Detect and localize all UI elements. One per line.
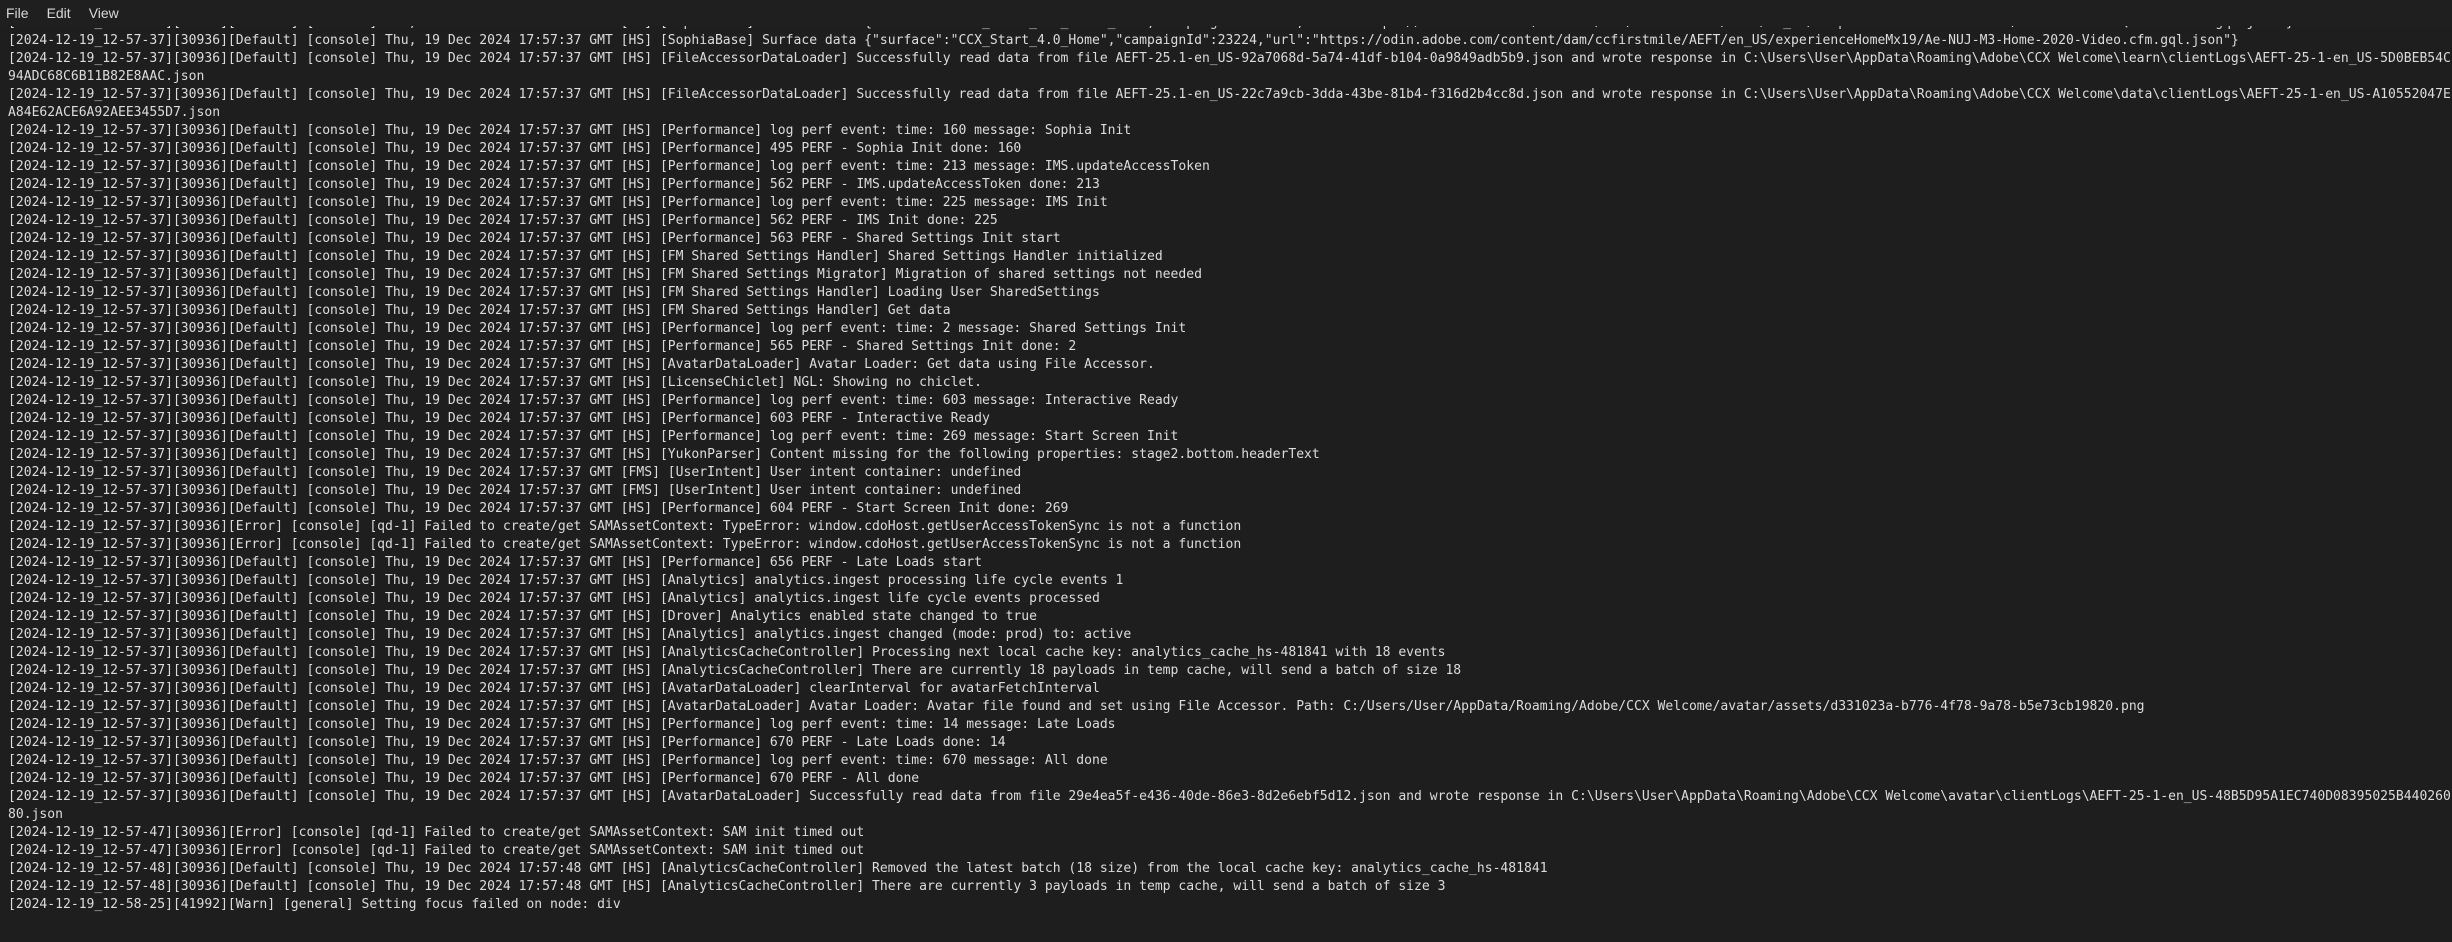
log-line: [2024-12-19_12-57-37][30936][Default] [c… bbox=[8, 771, 920, 786]
log-line: [2024-12-19_12-57-48][30936][Default] [c… bbox=[8, 861, 1548, 876]
log-line: [2024-12-19_12-57-37][30936][Error] [con… bbox=[8, 537, 1242, 552]
log-line: [2024-12-19_12-57-37][30936][Default] [c… bbox=[8, 465, 1022, 480]
log-line: [2024-12-19_12-57-37][30936][Default] [c… bbox=[8, 267, 1202, 282]
log-line: [2024-12-19_12-57-37][30936][Default] [c… bbox=[8, 357, 1155, 372]
log-line: [2024-12-19_12-57-37][30936][Default] [c… bbox=[8, 177, 1100, 192]
log-line: [2024-12-19_12-57-37][30936][Default] [c… bbox=[8, 195, 1108, 210]
menu-view[interactable]: View bbox=[80, 0, 128, 26]
log-line: [2024-12-19_12-57-37][30936][Default] [c… bbox=[8, 681, 1100, 696]
log-text-area[interactable]: [2024-12-19_12-57-37][30936][Default] [c… bbox=[0, 14, 2452, 942]
log-line: [2024-12-19_12-57-37][30936][Default] [c… bbox=[8, 249, 1163, 264]
menu-edit[interactable]: Edit bbox=[38, 0, 80, 26]
log-viewer-window: File Edit View [2024-12-19_12-57-37][309… bbox=[0, 0, 2452, 942]
log-line: [2024-12-19_12-57-37][30936][Default] [c… bbox=[8, 645, 1446, 660]
log-line: [2024-12-19_12-57-37][30936][Default] [c… bbox=[8, 339, 1077, 354]
log-line: [2024-12-19_12-57-37][30936][Default] [c… bbox=[8, 627, 1132, 642]
log-line: [2024-12-19_12-57-48][30936][Default] [c… bbox=[8, 879, 1446, 894]
log-line: [2024-12-19_12-57-37][30936][Error] [con… bbox=[8, 519, 1242, 534]
log-line: [2024-12-19_12-57-37][30936][Default] [c… bbox=[8, 699, 2145, 714]
log-line: [2024-12-19_12-57-37][30936][Default] [c… bbox=[8, 51, 2451, 84]
log-line: [2024-12-19_12-57-37][30936][Default] [c… bbox=[8, 33, 2239, 48]
log-line: [2024-12-19_12-57-37][30936][Default] [c… bbox=[8, 735, 1006, 750]
log-line: [2024-12-19_12-57-37][30936][Default] [c… bbox=[8, 717, 1116, 732]
log-line: [2024-12-19_12-57-37][30936][Default] [c… bbox=[8, 429, 1179, 444]
menu-bar: File Edit View bbox=[0, 0, 2452, 26]
log-line: [2024-12-19_12-57-47][30936][Error] [con… bbox=[8, 843, 865, 858]
log-line: [2024-12-19_12-57-37][30936][Default] [c… bbox=[8, 447, 1320, 462]
log-line: [2024-12-19_12-57-37][30936][Default] [c… bbox=[8, 555, 983, 570]
log-line: [2024-12-19_12-57-37][30936][Default] [c… bbox=[8, 303, 951, 318]
log-line: [2024-12-19_12-57-37][30936][Default] [c… bbox=[8, 609, 1037, 624]
log-line: [2024-12-19_12-57-37][30936][Default] [c… bbox=[8, 591, 1100, 606]
log-line: [2024-12-19_12-57-37][30936][Default] [c… bbox=[8, 573, 1124, 588]
log-line: [2024-12-19_12-57-37][30936][Default] [c… bbox=[8, 123, 1132, 138]
log-line: [2024-12-19_12-57-37][30936][Default] [c… bbox=[8, 141, 1022, 156]
log-line: [2024-12-19_12-57-37][30936][Default] [c… bbox=[8, 285, 1100, 300]
log-line: [2024-12-19_12-57-37][30936][Default] [c… bbox=[8, 393, 1179, 408]
log-line: [2024-12-19_12-57-37][30936][Default] [c… bbox=[8, 231, 1061, 246]
log-line: [2024-12-19_12-57-37][30936][Default] [c… bbox=[8, 483, 1022, 498]
log-line: [2024-12-19_12-57-37][30936][Default] [c… bbox=[8, 501, 1069, 516]
log-line: [2024-12-19_12-57-37][30936][Default] [c… bbox=[8, 411, 990, 426]
menu-file[interactable]: File bbox=[0, 0, 38, 26]
log-line: [2024-12-19_12-57-37][30936][Default] [c… bbox=[8, 321, 1187, 336]
log-line: [2024-12-19_12-57-47][30936][Error] [con… bbox=[8, 825, 865, 840]
log-line: [2024-12-19_12-57-37][30936][Default] [c… bbox=[8, 753, 1108, 768]
log-line: [2024-12-19_12-57-37][30936][Default] [c… bbox=[8, 663, 1462, 678]
log-line: [2024-12-19_12-57-37][30936][Default] [c… bbox=[8, 375, 983, 390]
log-line: [2024-12-19_12-57-37][30936][Default] [c… bbox=[8, 789, 2451, 822]
log-line: [2024-12-19_12-57-37][30936][Default] [c… bbox=[8, 213, 998, 228]
log-line: [2024-12-19_12-57-37][30936][Default] [c… bbox=[8, 87, 2451, 120]
log-line: [2024-12-19_12-58-25][41992][Warn] [gene… bbox=[8, 897, 621, 912]
log-line: [2024-12-19_12-57-37][30936][Default] [c… bbox=[8, 159, 1210, 174]
